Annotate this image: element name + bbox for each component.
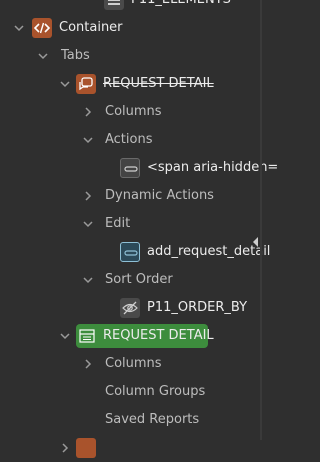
tree-node-partial[interactable] bbox=[0, 434, 262, 462]
region-icon bbox=[76, 438, 96, 458]
tree-node-label: Dynamic Actions bbox=[105, 188, 214, 203]
eye-slash-icon bbox=[120, 298, 140, 318]
button-icon bbox=[120, 158, 140, 178]
tree-node-p11-elements[interactable]: P11_ELEMENTS bbox=[0, 0, 262, 14]
tree-node-request-detail-region[interactable]: REQUEST DETAIL bbox=[0, 70, 262, 98]
chevron-right-icon[interactable] bbox=[58, 441, 72, 455]
tree-node-label: Tabs bbox=[61, 48, 90, 63]
tree-node-column-groups[interactable]: Column Groups bbox=[0, 378, 262, 406]
chevron-down-icon[interactable] bbox=[81, 273, 95, 287]
chat-bubble-icon bbox=[76, 74, 96, 94]
chevron-down-icon[interactable] bbox=[81, 217, 95, 231]
tree-node-dynamic-actions[interactable]: Dynamic Actions bbox=[0, 182, 262, 210]
tree-node-columns[interactable]: Columns bbox=[0, 98, 262, 126]
tree-node-saved-reports[interactable]: Saved Reports bbox=[0, 406, 262, 434]
tree-node-label: Columns bbox=[105, 356, 162, 371]
tree-node-p11-order-by[interactable]: P11_ORDER_BY bbox=[0, 294, 262, 322]
chevron-down-icon[interactable] bbox=[81, 133, 95, 147]
tree-node-label: Sort Order bbox=[105, 272, 173, 287]
code-icon bbox=[32, 18, 52, 38]
tree-node-request-detail-report[interactable]: REQUEST DETAIL bbox=[0, 322, 262, 350]
tree-node-label: P11_ELEMENTS bbox=[131, 0, 231, 14]
chevron-down-icon[interactable] bbox=[12, 21, 26, 35]
tree-node-columns[interactable]: Columns bbox=[0, 350, 262, 378]
chevron-right-icon[interactable] bbox=[81, 357, 95, 371]
report-icon bbox=[77, 326, 97, 346]
collapse-panel-arrow-icon[interactable] bbox=[253, 237, 258, 247]
tree-node-label: P11_ORDER_BY bbox=[147, 300, 248, 315]
tree-node-actions[interactable]: Actions bbox=[0, 126, 262, 154]
tree-node-label: add_request_detail bbox=[147, 244, 271, 259]
tree-node-label: Container bbox=[59, 20, 123, 35]
tree-node-label: Column Groups bbox=[105, 384, 206, 399]
chevron-right-icon[interactable] bbox=[81, 105, 95, 119]
chevron-down-icon[interactable] bbox=[36, 49, 50, 63]
chevron-down-icon[interactable] bbox=[58, 329, 72, 343]
tree-node-add-request-detail[interactable]: add_request_detail bbox=[0, 238, 270, 266]
tree-node-sort-order[interactable]: Sort Order bbox=[0, 266, 262, 294]
panel-divider bbox=[260, 0, 262, 440]
tree-node-label: Saved Reports bbox=[105, 412, 200, 427]
chevron-right-icon[interactable] bbox=[81, 189, 95, 203]
tree-node-tabs[interactable]: Tabs bbox=[0, 42, 262, 70]
tree-node-label: Actions bbox=[105, 132, 153, 147]
tree-node-span-button[interactable]: <span aria-hidden= bbox=[0, 154, 278, 182]
chevron-down-icon[interactable] bbox=[58, 77, 72, 91]
tree-node-edit[interactable]: Edit bbox=[0, 210, 262, 238]
list-icon bbox=[104, 0, 124, 10]
button-icon bbox=[120, 242, 140, 262]
tree-node-label: REQUEST DETAIL bbox=[103, 328, 214, 343]
tree-node-label: Edit bbox=[105, 216, 131, 231]
tree-node-label: <span aria-hidden= bbox=[147, 160, 279, 175]
tree-node-container[interactable]: Container bbox=[0, 14, 262, 42]
tree-node-label: REQUEST DETAIL bbox=[103, 76, 214, 91]
component-tree: P11_ELEMENTS Container Tabs REQUEST DETA… bbox=[0, 0, 278, 458]
tree-node-label: Columns bbox=[105, 104, 162, 119]
